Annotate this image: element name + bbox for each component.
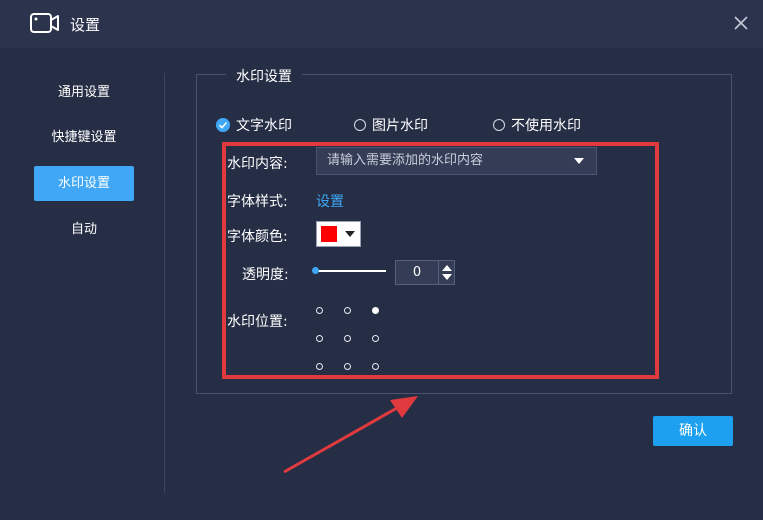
position-dot-r0-c2[interactable] [372,307,379,314]
font-color-picker[interactable] [316,221,361,247]
position-dot-r2-c0[interactable] [316,363,323,370]
opacity-input[interactable] [396,261,438,284]
position-dot-r2-c1[interactable] [344,363,351,370]
sidebar-item-watermark[interactable]: 水印设置 [34,166,134,201]
radio-image-watermark[interactable]: 图片水印 [354,116,428,134]
chevron-down-icon [345,231,355,237]
sidebar-item-shortcuts[interactable]: 快捷键设置 [34,120,134,155]
position-dot-r0-c0[interactable] [316,307,323,314]
window-title: 设置 [70,16,101,34]
radio-label: 文字水印 [236,118,292,134]
position-dot-r0-c1[interactable] [344,307,351,314]
opacity-slider-handle[interactable] [312,267,319,274]
radio-label: 不使用水印 [511,118,581,134]
position-dot-r1-c0[interactable] [316,335,323,342]
chevron-down-icon [574,158,584,164]
position-label: 水印位置: [227,314,288,330]
opacity-label: 透明度: [242,267,289,283]
font-style-label: 字体样式: [227,194,288,210]
position-dot-r1-c1[interactable] [344,335,351,342]
spin-down-icon[interactable] [442,274,452,280]
group-title: 水印设置 [226,66,302,86]
sidebar-item-general[interactable]: 通用设置 [34,75,134,110]
color-swatch [321,226,337,242]
content-placeholder: 请输入需要添加的水印内容 [327,153,484,168]
content-label: 水印内容: [227,156,288,172]
confirm-button[interactable]: 确认 [653,416,733,446]
opacity-spinbox [395,260,455,285]
font-color-label: 字体颜色: [227,229,288,245]
radio-label: 图片水印 [372,118,428,134]
title-bar: 设置 [0,0,763,48]
font-style-settings-link[interactable]: 设置 [316,191,344,211]
position-dot-r2-c2[interactable] [372,363,379,370]
spin-up-icon[interactable] [442,265,452,271]
annotation-arrow-icon [283,396,418,474]
radio-no-watermark[interactable]: 不使用水印 [493,116,581,134]
radio-circle-icon [493,119,505,131]
video-camera-icon [30,13,59,33]
sidebar-divider [164,73,165,493]
radio-text-watermark[interactable]: 文字水印 [216,116,292,134]
position-dot-r1-c2[interactable] [372,335,379,342]
opacity-slider-track[interactable] [316,270,386,272]
checked-radio-icon [216,118,230,132]
sidebar-item-auto[interactable]: 自动 [34,212,134,247]
spin-buttons [438,261,455,284]
radio-circle-icon [354,119,366,131]
close-icon[interactable] [730,12,752,34]
watermark-content-select[interactable]: 请输入需要添加的水印内容 [316,147,597,175]
